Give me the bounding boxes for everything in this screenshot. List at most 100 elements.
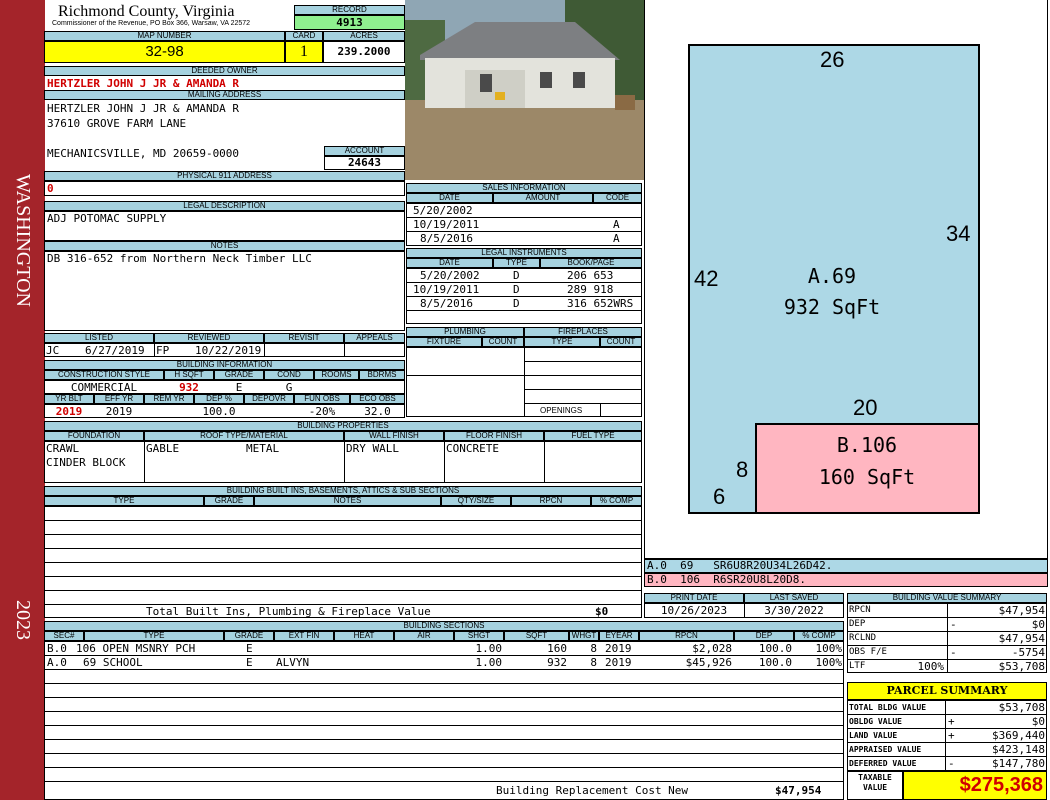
heat-col-header: HEAT — [334, 631, 394, 641]
roof-type: GABLE — [146, 442, 180, 455]
shgt-col-header: SHGT — [454, 631, 504, 641]
bvs-value: $53,708 — [998, 660, 1045, 673]
legal-description-header: LEGAL DESCRIPTION — [44, 201, 405, 211]
builtins-rpcn-header: RPCN — [511, 496, 591, 506]
section-shgt: 1.00 — [475, 642, 503, 655]
grade-col-header: GRADE — [224, 631, 274, 641]
taxable-value: $275,368 — [903, 771, 1047, 800]
property-photo — [405, 0, 644, 180]
building-sections-header: BUILDING SECTIONS — [44, 621, 844, 631]
appeals-header: APPEALS — [344, 333, 405, 343]
section-type: 69 SCHOOL — [83, 656, 143, 669]
card-value: 1 — [285, 41, 323, 63]
print-date-header: PRINT DATE — [644, 593, 744, 603]
section-whgt: 8 — [590, 656, 597, 669]
floor-finish-header: FLOOR FINISH — [444, 431, 544, 441]
section-b-area: 160 SqFt — [818, 465, 916, 489]
foundation-header: FOUNDATION — [44, 431, 144, 441]
wall-finish: DRY WALL — [346, 442, 399, 455]
section-grade: E — [246, 642, 253, 655]
parcel-value: $369,440 — [992, 729, 1045, 742]
parcel-value: $147,780 — [992, 757, 1045, 770]
instrument-date: 5/20/2002 — [420, 269, 480, 282]
section-eyear: 2019 — [605, 642, 632, 655]
reviewed-date: 10/22/2019 — [195, 344, 262, 357]
bvs-value: $0 — [1031, 618, 1045, 631]
print-date-value: 10/26/2023 — [660, 604, 728, 617]
record-header: RECORD — [294, 5, 405, 15]
dim-20: 20 — [853, 395, 878, 420]
section-sqft: 160 — [547, 642, 567, 655]
ecoobs-value: 32.0 — [364, 405, 391, 418]
parcel-label: OBLDG VALUE — [849, 717, 902, 726]
instrument-type: D — [513, 283, 520, 296]
county-name: Richmond County, Virginia — [58, 3, 235, 20]
parcel-value: $53,708 — [998, 701, 1045, 714]
dim-26: 26 — [820, 47, 845, 72]
taxable-label-1: TAXABLE — [858, 773, 892, 782]
section-sqft: 932 — [547, 656, 567, 669]
last-saved-header: LAST SAVED — [744, 593, 844, 603]
dep-header: DEP % — [194, 394, 244, 404]
funobs-value: -20% — [308, 405, 336, 418]
sales-header: SALES INFORMATION — [406, 183, 642, 193]
sales-date-header: DATE — [406, 193, 493, 203]
mailing-line-2: 37610 GROVE FARM LANE — [47, 117, 187, 130]
mailing-line-1: HERTZLER JOHN J JR & AMANDA R — [47, 102, 240, 115]
instrument-book: 316 652WRS — [567, 297, 634, 310]
section-shgt: 1.00 — [475, 656, 503, 669]
reviewed-by: FP — [156, 344, 170, 357]
sale-date: 8/5/2016 — [420, 232, 473, 245]
builtins-total-value: $0 — [595, 605, 609, 618]
yrblt-header: YR BLT — [44, 394, 94, 404]
parcel-value: $0 — [1031, 715, 1045, 728]
builtins-header: BUILDING BUILT INS, BASEMENTS, ATTICS & … — [44, 486, 642, 496]
cond-value: G — [285, 381, 293, 394]
listed-header: LISTED — [44, 333, 154, 343]
section-whgt: 8 — [590, 642, 597, 655]
instrument-book: 206 653 — [567, 269, 614, 282]
bdrms-header: BDRMS — [359, 370, 405, 380]
builtins-notes-header: NOTES — [254, 496, 441, 506]
foundation-1: CRAWL — [46, 442, 80, 455]
instrument-type: D — [513, 269, 520, 282]
rpcn-col-header: RPCN — [639, 631, 734, 641]
funobs-header: FUN OBS — [294, 394, 350, 404]
card-header: CARD — [285, 31, 323, 41]
effyr-value: 2019 — [105, 405, 133, 418]
comp-col-header: % COMP — [794, 631, 844, 641]
builtins-comp-header: % COMP — [591, 496, 642, 506]
section-rpcn: $45,926 — [685, 656, 732, 669]
roof-header: ROOF TYPE/MATERIAL — [144, 431, 344, 441]
instrument-type: D — [513, 297, 520, 310]
openings-label: OPENINGS — [540, 406, 583, 415]
parcel-label: LAND VALUE — [849, 731, 898, 740]
section-dep: 100.0 — [758, 656, 792, 669]
hsqft-value: 932 — [179, 381, 199, 394]
deeded-owner-header: DEEDED OWNER — [44, 66, 405, 76]
dep-value: 100.0 — [202, 405, 236, 418]
account-header: ACCOUNT — [324, 146, 405, 156]
fuel-type-header: FUEL TYPE — [544, 431, 642, 441]
mailing-address-header: MAILING ADDRESS — [44, 90, 405, 100]
section-sec: A.0 — [47, 656, 67, 669]
sidebar-city-label: WASHINGTON — [12, 173, 34, 307]
sale-date: 5/20/2002 — [413, 204, 473, 217]
rooms-header: ROOMS — [314, 370, 359, 380]
foundation-2: CINDER BLOCK — [46, 456, 126, 469]
sidebar-band — [0, 0, 45, 800]
account-value: 24643 — [324, 156, 405, 170]
revisit-header: REVISIT — [264, 333, 344, 343]
section-eyear: 2019 — [605, 656, 632, 669]
bvs-ltf-percent: 100% — [917, 660, 945, 673]
section-a-label: A.69 — [807, 264, 857, 288]
bvs-value: $47,954 — [998, 632, 1045, 645]
section-comp: 100% — [815, 656, 843, 669]
type-col-header: TYPE — [84, 631, 224, 641]
dim-34: 34 — [946, 221, 971, 246]
fireplace-type-header: TYPE — [524, 337, 600, 347]
builtins-grade-header: GRADE — [204, 496, 254, 506]
parcel-value: $423,148 — [992, 743, 1045, 756]
physical-address-header: PHYSICAL 911 ADDRESS — [44, 171, 405, 181]
building-properties-table — [44, 441, 642, 483]
